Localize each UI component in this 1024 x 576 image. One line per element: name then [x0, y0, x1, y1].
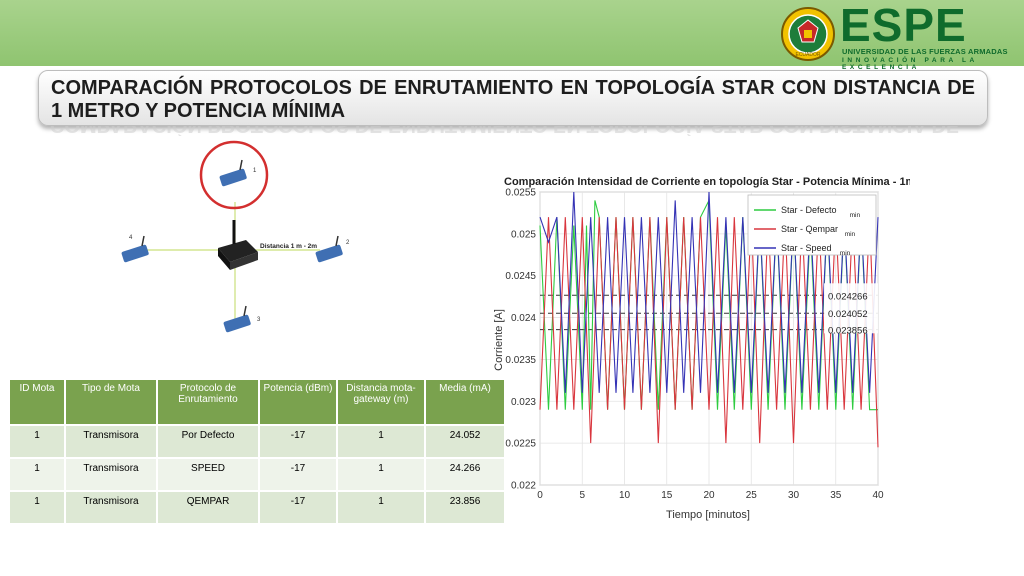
table-cell: Transmisora: [65, 424, 158, 458]
plot-area: 0 5 10 15 20 25 30 35 40 0.022 0.0225 0.023 0.0235 0.…: [505, 188, 884, 502]
table-cell: -17: [259, 490, 338, 523]
seal-text: ECUADOR: [795, 52, 820, 58]
x-tick-label: 10: [619, 490, 631, 501]
table-cell: Transmisora: [65, 457, 158, 491]
y-tick-label: 0.025: [511, 229, 536, 240]
mean-labels-box: 0.024266 0.024052 0.023856: [824, 283, 878, 337]
col-header-id: ID Mota: [10, 380, 66, 425]
x-tick-label: 20: [703, 490, 715, 501]
table-cell: 1: [337, 490, 426, 523]
slide-title: COMPARACIÓN PROTOCOLOS DE ENRUTAMIENTO E…: [51, 77, 975, 122]
legend-subscript: min: [845, 231, 856, 238]
table-cell: 1: [337, 424, 426, 458]
x-tick-label: 35: [830, 490, 842, 501]
legend-subscript: min: [840, 250, 851, 257]
x-axis-label: Tiempo [minutos]: [666, 509, 750, 521]
espe-seal-icon: ECUADOR: [781, 7, 835, 61]
y-tick-label: 0.024: [511, 313, 536, 324]
mean-label: 0.024266: [828, 291, 868, 302]
table-cell: QEMPAR: [157, 490, 260, 523]
header-bar: ECUADOR ESPE UNIVERSIDAD DE LAS FUERZAS …: [0, 0, 1024, 71]
y-tick-label: 0.0255: [505, 188, 536, 199]
col-header-tipo: Tipo de Mota: [65, 380, 158, 425]
gateway-icon: [218, 220, 258, 270]
table-cell: -17: [259, 424, 338, 458]
table-header-row: ID Mota Tipo de Mota Protocolo de Enruta…: [10, 380, 506, 425]
table-row: 1 Transmisora SPEED -17 1 24.266: [10, 457, 506, 491]
node-2-icon: [315, 235, 343, 263]
mean-label: 0.024052: [828, 309, 868, 320]
table-cell: SPEED: [157, 457, 260, 491]
mean-label: 0.023856: [828, 326, 868, 337]
table-cell: 1: [337, 457, 426, 491]
node-4-label: 4: [129, 235, 133, 241]
table-row: 1 Transmisora Por Defecto -17 1 24.052: [10, 424, 506, 458]
table-cell: 1: [10, 457, 66, 491]
node-3-label: 3: [257, 317, 261, 323]
table-row: 1 Transmisora QEMPAR -17 1 23.856: [10, 490, 506, 523]
espe-logo-tagline: INNOVACIÓN PARA LA EXCELENCIA: [842, 57, 978, 71]
slide-title-box: COMPARACIÓN PROTOCOLOS DE ENRUTAMIENTO E…: [38, 70, 988, 126]
x-tick-label: 15: [661, 490, 673, 501]
distance-label: Distancia 1 m - 2m: [260, 243, 317, 250]
legend-subscript: min: [850, 212, 861, 219]
y-tick-label: 0.023: [511, 397, 536, 408]
espe-logo-subtitle: UNIVERSIDAD DE LAS FUERZAS ARMADAS: [842, 47, 1008, 56]
legend-entry: Star - Defecto: [781, 205, 837, 215]
table-cell: -17: [259, 457, 338, 491]
col-header-distancia: Distancia mota-gateway (m): [337, 380, 426, 425]
x-tick-label: 30: [788, 490, 800, 501]
star-topology-diagram: 1 2 3 4 Distancia 1 m - 2m: [121, 140, 350, 333]
results-table-wrapper: ID Mota Tipo de Mota Protocolo de Enruta…: [10, 380, 506, 523]
node-4-icon: [121, 235, 149, 263]
x-tick-label: 5: [579, 490, 585, 501]
table-cell: Transmisora: [65, 490, 158, 523]
y-tick-label: 0.0235: [505, 355, 536, 366]
node-1-icon: [219, 159, 247, 187]
y-axis-label: Corriente [A]: [493, 309, 505, 371]
node-2-label: 2: [346, 240, 350, 246]
node-1-label: 1: [253, 168, 257, 174]
espe-logo-text: ESPE: [840, 0, 967, 51]
table-cell: 1: [10, 424, 66, 458]
table-cell: Por Defecto: [157, 424, 260, 458]
legend-entry: Star - Qempar: [781, 224, 838, 234]
table-cell: 1: [10, 490, 66, 523]
col-header-potencia: Potencia (dBm): [259, 380, 338, 425]
y-tick-label: 0.022: [511, 481, 536, 492]
x-tick-label: 40: [872, 490, 884, 501]
y-tick-label: 0.0245: [505, 271, 536, 282]
slide-title-reflection: COMPARACIÓN PROTOCOLOS DE ENRUTAMIENTO E…: [50, 126, 974, 136]
x-tick-label: 25: [746, 490, 758, 501]
chart-title: Comparación Intensidad de Corriente en t…: [504, 176, 910, 188]
legend-entry: Star - Speed: [781, 243, 832, 253]
col-header-protocolo: Protocolo de Enrutamiento: [157, 380, 260, 425]
node-3-icon: [223, 305, 251, 333]
y-tick-label: 0.0225: [505, 439, 536, 450]
x-tick-label: 0: [537, 490, 543, 501]
chart-legend: Star - Defecto min Star - Qempar min Star - …: [747, 194, 877, 257]
results-table: ID Mota Tipo de Mota Protocolo de Enruta…: [10, 380, 506, 523]
current-comparison-chart: Comparación Intensidad de Corriente en t…: [493, 176, 910, 521]
